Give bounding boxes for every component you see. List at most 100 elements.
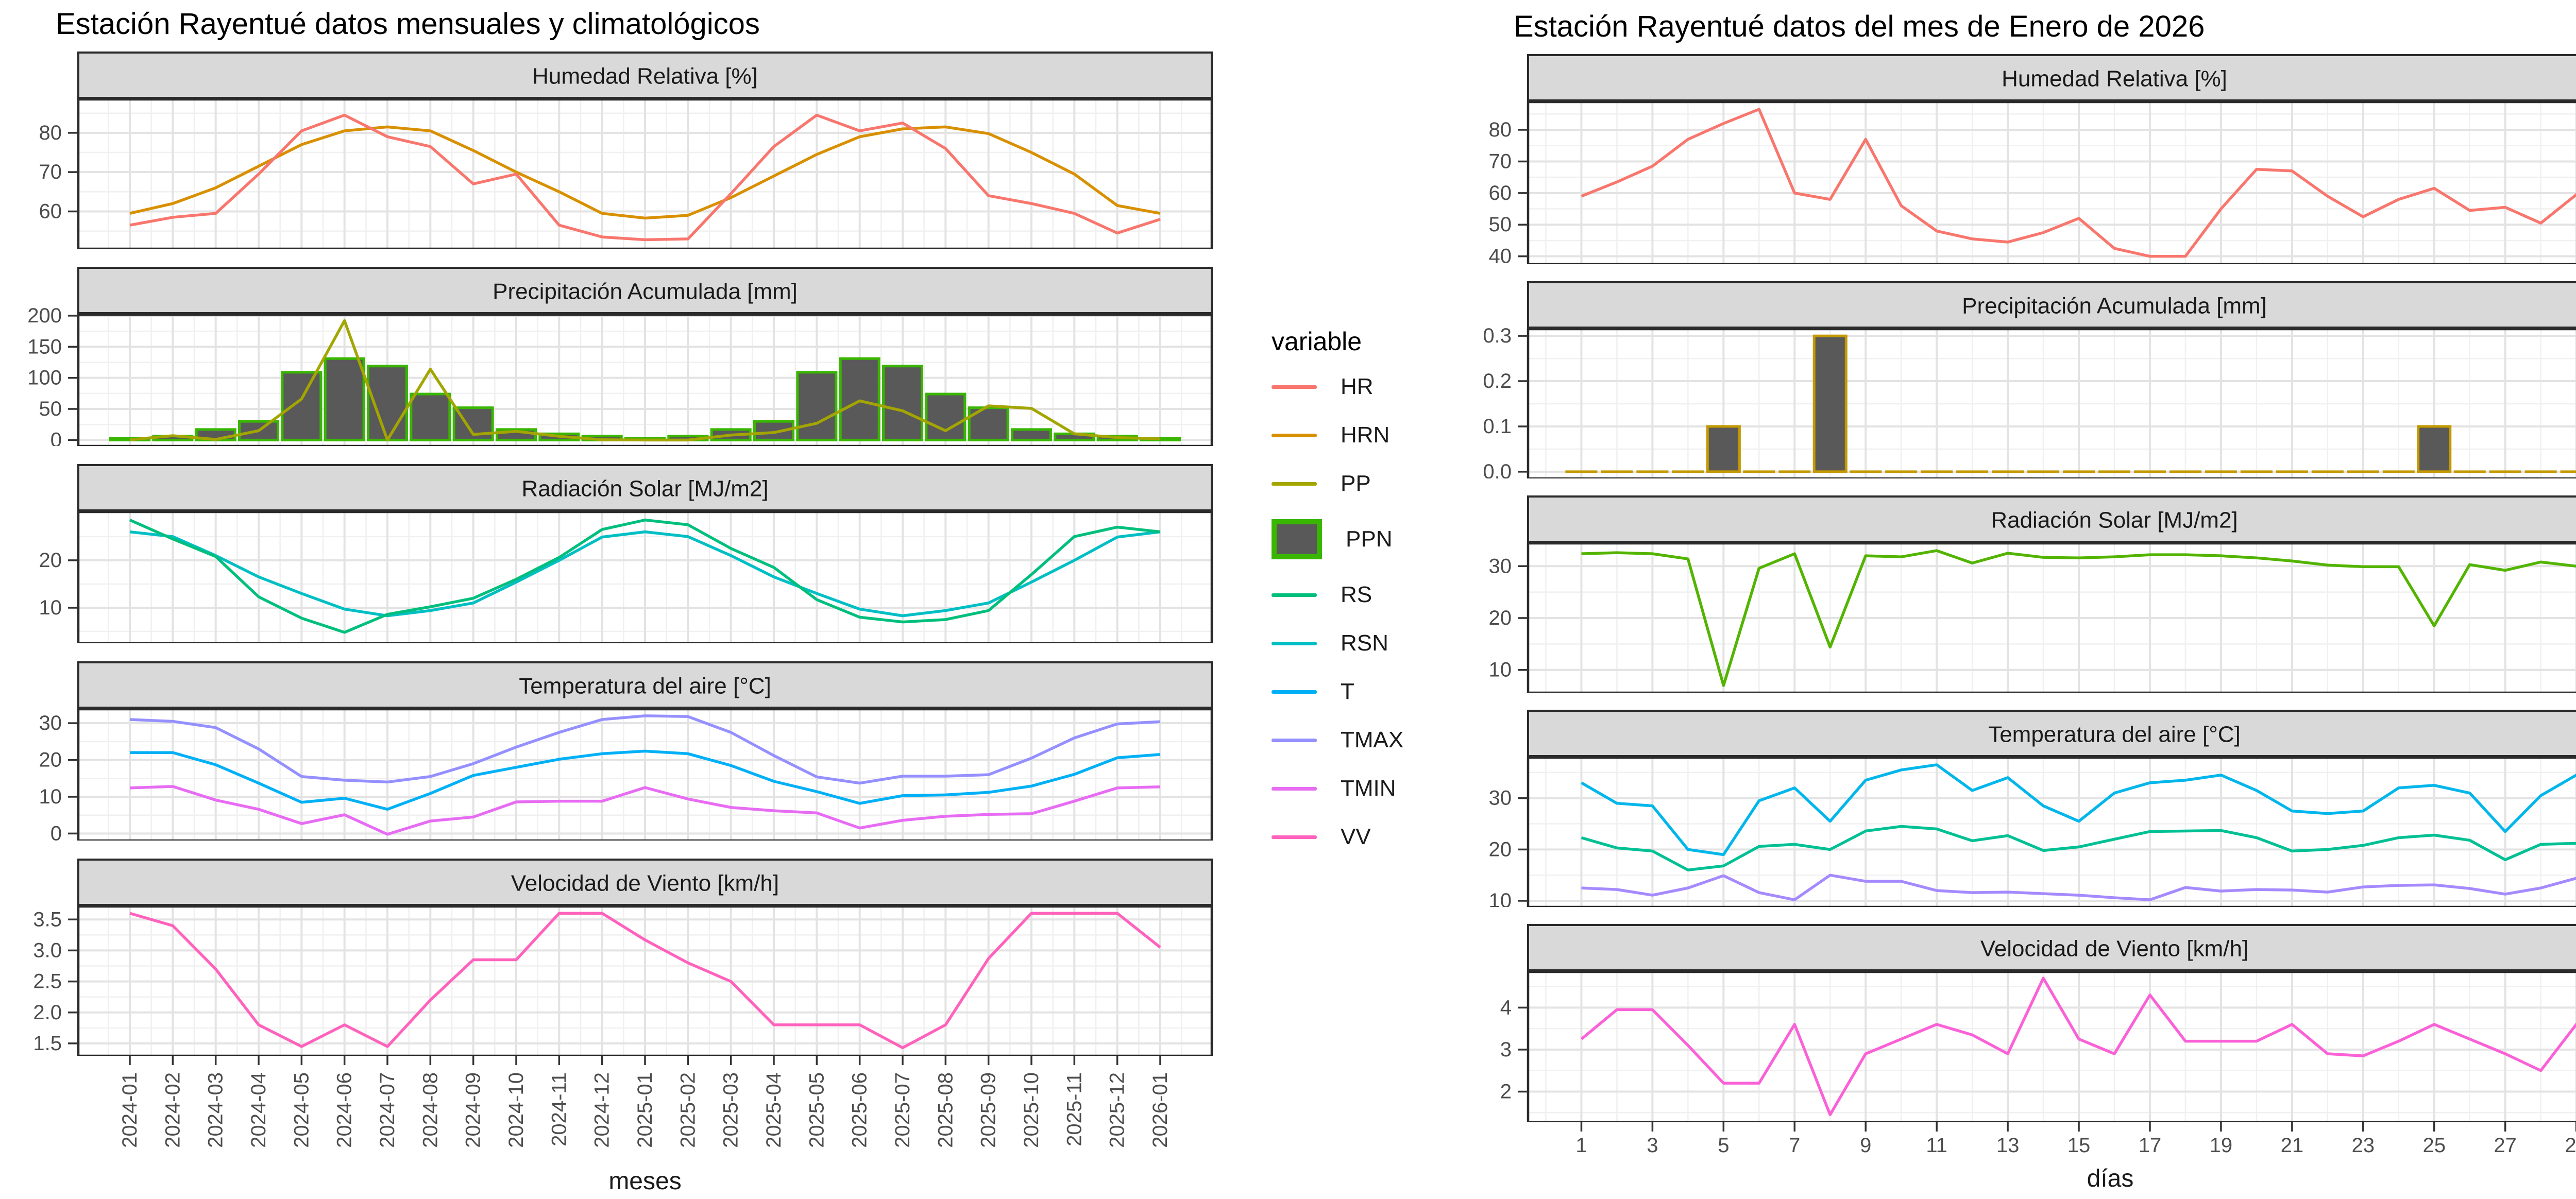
facet-2: Radiación Solar [MJ/m2] 10 20 xyxy=(39,464,1213,643)
facet-strip-title: Humedad Relativa [%] xyxy=(532,64,758,89)
bar-PPN xyxy=(796,371,838,441)
y-tick-label: 20 xyxy=(39,549,62,572)
facet-strip-title: Radiación Solar [MJ/m2] xyxy=(521,476,768,502)
facet-3: Temperatura del aire [°C] 10 20 30 xyxy=(1489,710,2576,907)
x-tick-label: 15 xyxy=(2067,1134,2091,1157)
y-tick-label: 150 xyxy=(27,335,62,358)
x-tick-label: 2024-11 xyxy=(548,1072,570,1146)
y-tick-label: 30 xyxy=(1489,787,1512,810)
facet-1: Precipitación Acumulada [mm] 0 50 100 150 200 xyxy=(27,267,1213,446)
legend-item-RS: RS xyxy=(1272,582,1453,608)
legend-key-line-icon xyxy=(1272,482,1317,486)
y-tick-label: 70 xyxy=(1489,150,1512,173)
legend-key-line-icon xyxy=(1272,690,1317,694)
legend-key-bar-icon xyxy=(1272,519,1322,559)
bar-PPN xyxy=(839,357,880,441)
x-tick-label: 27 xyxy=(2494,1134,2517,1157)
facet-strip-title: Velocidad de Viento [km/h] xyxy=(511,871,779,896)
legend-item-PP: PP xyxy=(1272,471,1453,496)
facet-2: Radiación Solar [MJ/m2] 10 20 30 xyxy=(1489,495,2576,693)
legend-label: HRN xyxy=(1341,422,1390,448)
monthly-climatology-chart: Estación Rayentué datos mensuales y clim… xyxy=(6,0,1453,1199)
x-axis-svg: 135791113151719212325272931 xyxy=(1575,1122,2576,1157)
x-tick-label: 2024-07 xyxy=(376,1072,399,1148)
legend-label: T xyxy=(1341,679,1354,704)
facet-1: Precipitación Acumulada [mm] 0.0 0.1 0.2 0.3 xyxy=(1483,281,2576,478)
facet-3: Temperatura del aire [°C] 0 10 20 30 xyxy=(39,661,1213,841)
x-tick-label: 2025-07 xyxy=(891,1072,914,1148)
legend-key-line-icon xyxy=(1272,786,1317,791)
y-tick-label: 2.5 xyxy=(33,970,62,993)
facet-strip-title: Precipitación Acumulada [mm] xyxy=(1962,294,2267,319)
chart-title-left: Estación Rayentué datos mensuales y clim… xyxy=(56,7,760,41)
x-tick-label: 3 xyxy=(1647,1134,1658,1157)
y-tick-label: 100 xyxy=(27,367,62,389)
x-tick-label: 25 xyxy=(2422,1134,2446,1157)
x-tick-label: 2025-01 xyxy=(634,1072,656,1148)
x-tick-label: 2024-05 xyxy=(290,1072,313,1148)
x-tick-label: 21 xyxy=(2281,1134,2304,1157)
y-tick-label: 20 xyxy=(1489,838,1512,861)
x-tick-label: 2025-10 xyxy=(1020,1072,1043,1148)
y-tick-label: 3.0 xyxy=(33,939,62,962)
y-tick-label: 10 xyxy=(1489,659,1512,681)
x-tick-label: 2024-03 xyxy=(205,1072,227,1148)
legend-key-line-icon xyxy=(1272,385,1317,389)
x-tick-label: 2025-11 xyxy=(1063,1072,1086,1146)
y-tick-label: 2.0 xyxy=(33,1001,62,1024)
facets-left: Humedad Relativa [%] 60 70 80 Precipitación … xyxy=(6,51,1253,1056)
january-2026-chart: Estación Rayentué datos del mes de Enero… xyxy=(1466,0,2576,1199)
y-tick-label: 20 xyxy=(1489,607,1512,629)
x-tick-label: 19 xyxy=(2210,1134,2233,1157)
y-tick-label: 50 xyxy=(1489,213,1512,236)
y-tick-label: 0 xyxy=(50,429,62,446)
x-tick-label: 2025-08 xyxy=(934,1072,957,1148)
x-tick-label: 2024-08 xyxy=(419,1072,442,1148)
y-tick-label: 3 xyxy=(1500,1038,1512,1061)
legend-label: RS xyxy=(1341,582,1372,607)
bar-PP xyxy=(2417,425,2452,473)
x-axis-left: 2024-01 2024-02 2024-03 2024-04 2024-05 2024-… xyxy=(6,1056,1253,1165)
legend-item-VV: VV xyxy=(1272,824,1453,850)
y-tick-label: 0 xyxy=(50,822,62,841)
y-tick-label: 30 xyxy=(39,712,62,734)
legend-item-TMIN: TMIN xyxy=(1272,776,1453,801)
x-tick-label: 2024-01 xyxy=(118,1072,141,1148)
legend-key-line-icon xyxy=(1272,433,1317,437)
bar-PPN xyxy=(925,392,967,441)
legend-key-line-icon xyxy=(1272,593,1317,597)
bar-PPN xyxy=(882,365,923,441)
x-tick-label: 2025-09 xyxy=(977,1072,1000,1148)
facet-strip-title: Temperatura del aire [°C] xyxy=(519,674,771,699)
y-tick-label: 10 xyxy=(39,596,62,619)
legend-label: PPN xyxy=(1346,526,1393,552)
legend-label: VV xyxy=(1341,824,1371,849)
legend-item-TMAX: TMAX xyxy=(1272,727,1453,753)
x-tick-label: 17 xyxy=(2139,1134,2162,1157)
y-tick-label: 0.2 xyxy=(1483,370,1512,392)
bar-PP xyxy=(1812,334,1848,473)
page: { "chart_data": [ { "type": "line+bar fa… xyxy=(0,0,2576,1199)
y-tick-label: 1.5 xyxy=(33,1032,62,1055)
y-tick-label: 60 xyxy=(1489,182,1512,204)
legend-label: HR xyxy=(1341,374,1374,399)
legend-label: PP xyxy=(1341,471,1371,496)
x-tick-label: 13 xyxy=(1996,1134,2020,1157)
legend-key-line-icon xyxy=(1272,738,1317,742)
legend-item-T: T xyxy=(1272,679,1453,705)
x-tick-label: 9 xyxy=(1860,1134,1871,1157)
x-tick-label: 2025-06 xyxy=(849,1072,871,1148)
x-tick-label: 2026-01 xyxy=(1149,1072,1172,1148)
y-tick-label: 80 xyxy=(39,122,62,144)
y-tick-label: 40 xyxy=(1489,245,1512,264)
x-tick-label: 7 xyxy=(1789,1134,1800,1157)
x-tick-label: 2024-12 xyxy=(591,1072,614,1148)
y-tick-label: 0.3 xyxy=(1483,324,1512,347)
bar-PPN xyxy=(324,357,365,441)
x-tick-label: 2024-10 xyxy=(505,1072,528,1148)
chart-title-right: Estación Rayentué datos del mes de Enero… xyxy=(1514,10,2205,43)
legend-key-line-icon xyxy=(1272,641,1317,645)
legend-label: TMIN xyxy=(1341,776,1396,801)
y-tick-label: 10 xyxy=(1489,889,1512,907)
facet-0: Humedad Relativa [%] 40 50 60 70 80 xyxy=(1489,54,2576,264)
